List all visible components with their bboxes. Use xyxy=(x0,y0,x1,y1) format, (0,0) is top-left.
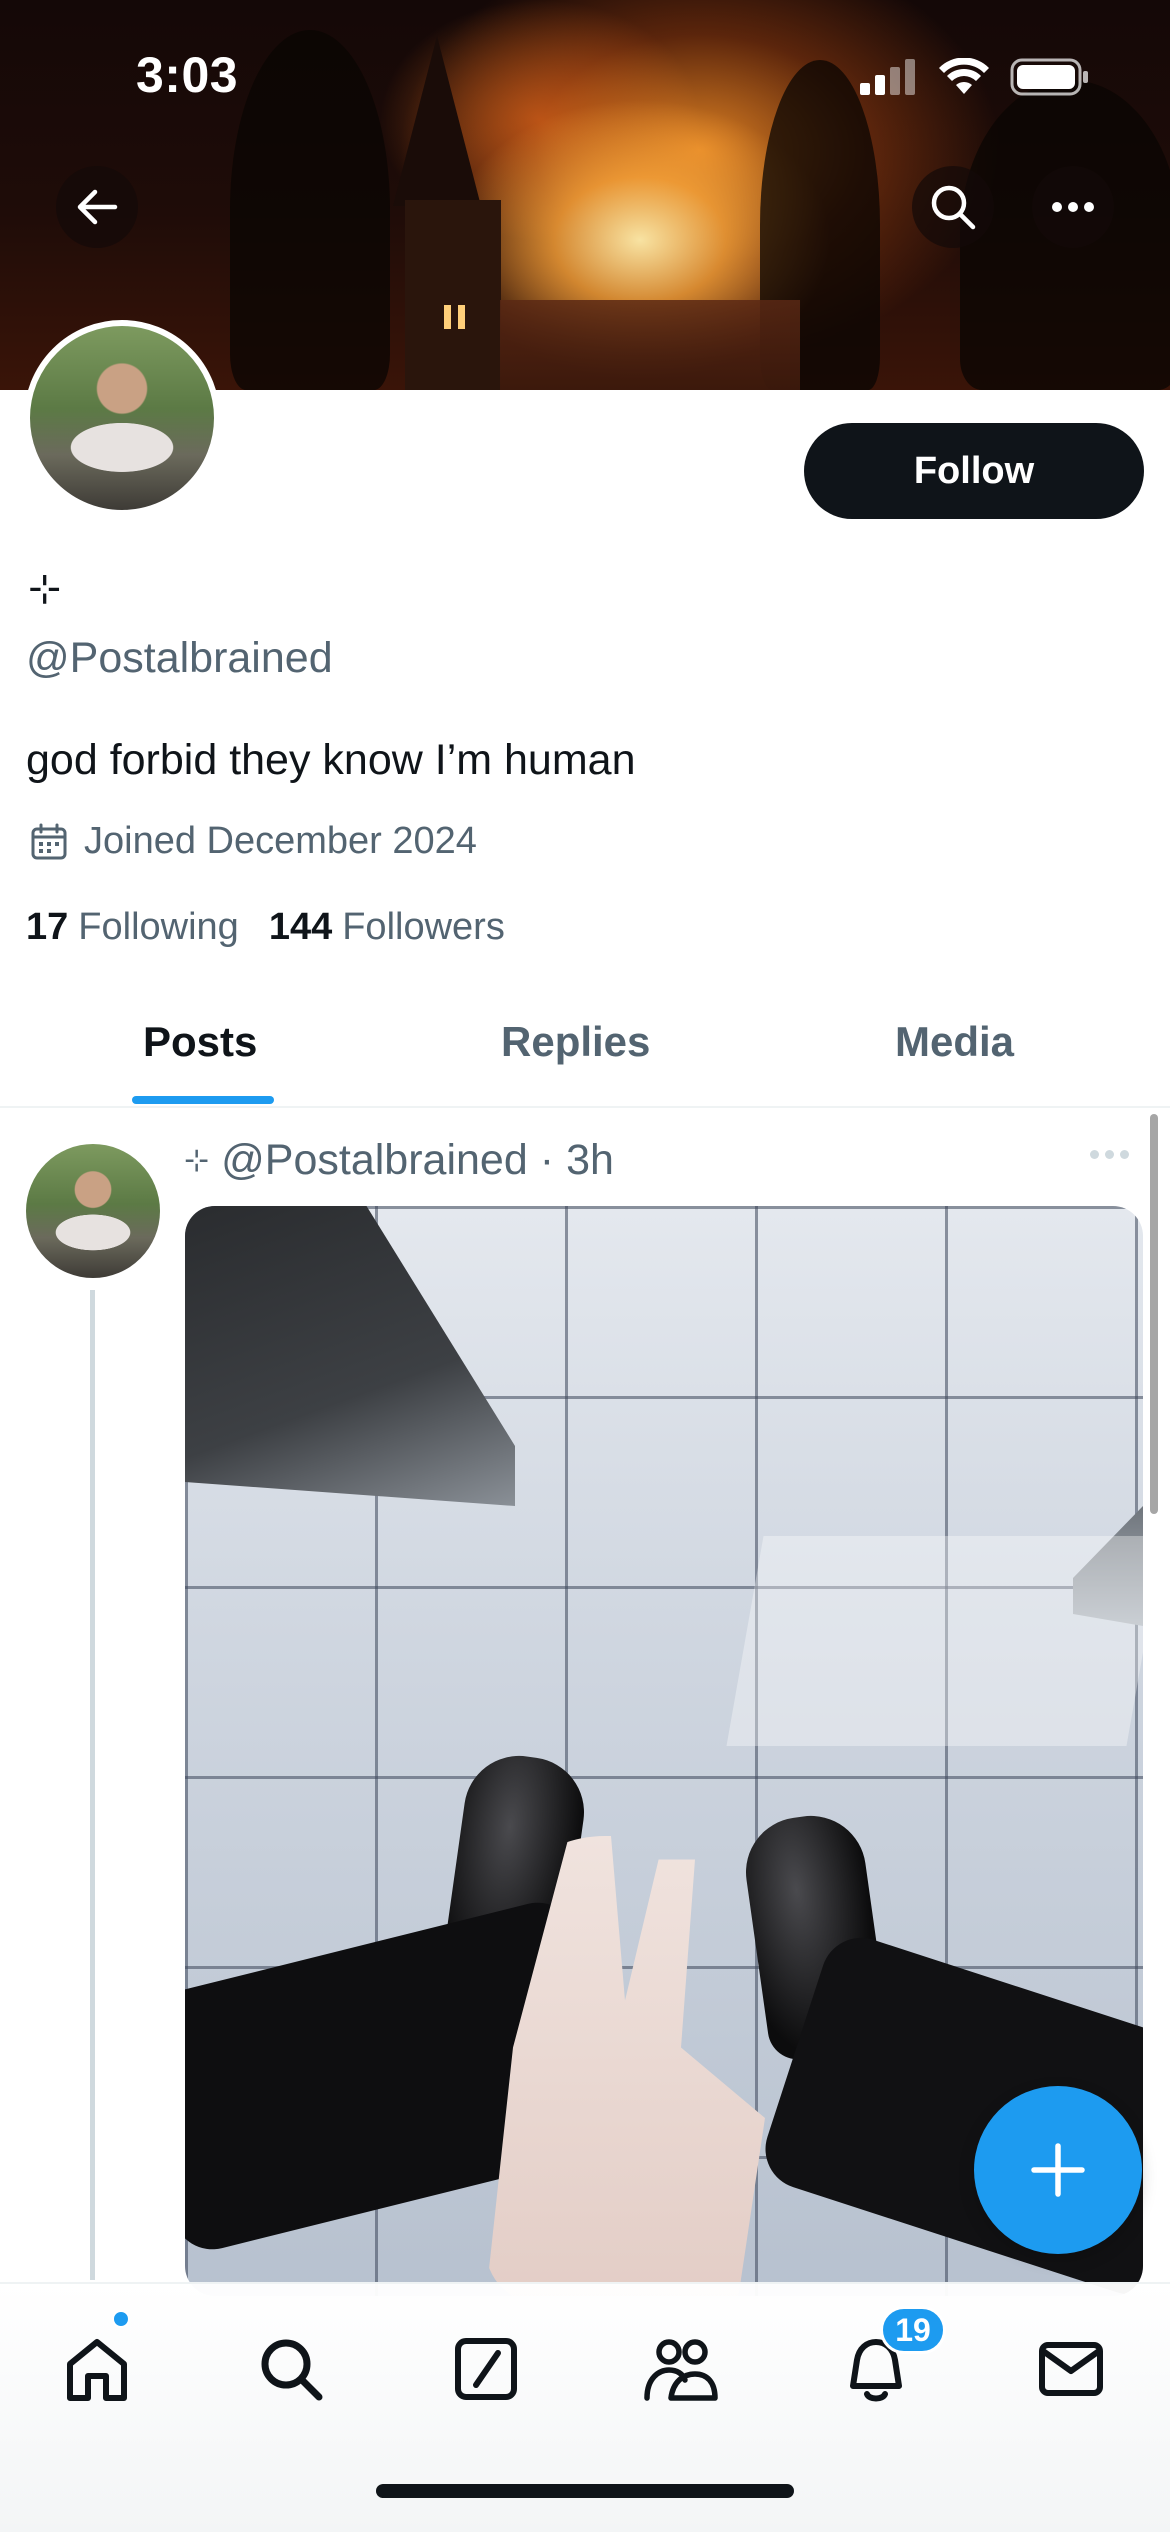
follow-stats: 17 Following 144 Followers xyxy=(26,906,505,949)
nav-home[interactable] xyxy=(52,2324,142,2414)
communities-icon xyxy=(644,2339,718,2401)
following-label: Following xyxy=(78,906,239,948)
profile-bio: god forbid they know I’m human xyxy=(26,736,636,784)
wifi-icon xyxy=(939,58,989,94)
search-icon xyxy=(261,2339,323,2401)
grok-icon xyxy=(455,2338,517,2400)
back-button[interactable] xyxy=(56,166,138,248)
battery-icon xyxy=(1010,58,1088,96)
banner-church-steeple xyxy=(393,36,481,206)
joined-date-text: Joined December 2024 xyxy=(84,820,477,862)
image-light-patch xyxy=(726,1536,1143,1746)
more-dot xyxy=(1090,1150,1099,1159)
home-icon xyxy=(67,2339,127,2401)
post-timestamp[interactable]: 3h xyxy=(566,1136,614,1185)
tab-media[interactable]: Media xyxy=(895,1018,1014,1066)
search-button[interactable] xyxy=(912,166,994,248)
search-icon xyxy=(931,185,976,230)
banner-window xyxy=(444,305,451,329)
post-separator: · xyxy=(539,1136,555,1184)
more-options-button[interactable] xyxy=(1032,166,1114,248)
active-tab-indicator xyxy=(132,1096,274,1104)
profile-handle: @Postalbrained xyxy=(26,634,333,682)
image-stall-divider xyxy=(185,1206,515,1506)
profile-avatar[interactable] xyxy=(24,320,220,516)
tab-replies[interactable]: Replies xyxy=(501,1018,650,1066)
post-author-name[interactable]: ⊹ xyxy=(184,1143,209,1178)
following-link[interactable]: 17 Following xyxy=(26,906,239,949)
banner-church-roof xyxy=(500,300,800,390)
status-icons xyxy=(860,58,1090,96)
nav-communities[interactable] xyxy=(636,2324,726,2414)
post-more-button[interactable] xyxy=(1090,1150,1129,1159)
notifications-badge: 19 xyxy=(880,2306,946,2354)
compose-post-button[interactable] xyxy=(974,2086,1142,2254)
profile-tabs: Posts Replies Media xyxy=(0,990,1170,1108)
followers-link[interactable]: 144 Followers xyxy=(269,906,505,949)
nav-search[interactable] xyxy=(246,2324,336,2414)
calendar-icon xyxy=(31,823,67,859)
banner-church-tower xyxy=(405,200,501,390)
followers-count: 144 xyxy=(268,906,333,948)
follow-button[interactable]: Follow xyxy=(804,423,1144,519)
banner-window xyxy=(458,305,465,329)
followers-label: Followers xyxy=(342,906,505,948)
scrollbar[interactable] xyxy=(1150,1114,1158,1514)
nav-messages[interactable] xyxy=(1026,2324,1116,2414)
joined-date: Joined December 2024 xyxy=(30,820,477,863)
plus-icon xyxy=(1031,2143,1085,2197)
more-dot xyxy=(1120,1150,1129,1159)
status-time: 3:03 xyxy=(136,47,239,103)
post-author-handle[interactable]: @Postalbrained xyxy=(221,1136,528,1185)
home-unread-dot xyxy=(112,2310,130,2328)
tab-posts[interactable]: Posts xyxy=(143,1018,257,1066)
banner-tree xyxy=(230,30,390,390)
messages-icon xyxy=(1039,2342,1103,2396)
display-name: ⊹ xyxy=(28,567,62,611)
more-horizontal-icon xyxy=(1052,202,1094,212)
nav-grok[interactable] xyxy=(441,2324,531,2414)
arrow-left-icon xyxy=(77,189,118,225)
thread-line xyxy=(90,1290,95,2280)
home-indicator[interactable] xyxy=(376,2484,794,2498)
signal-icon xyxy=(860,59,915,95)
post-author-avatar[interactable] xyxy=(26,1144,160,1278)
more-dot xyxy=(1105,1150,1114,1159)
following-count: 17 xyxy=(26,906,69,948)
post-header: ⊹ @Postalbrained · 3h xyxy=(184,1136,614,1185)
